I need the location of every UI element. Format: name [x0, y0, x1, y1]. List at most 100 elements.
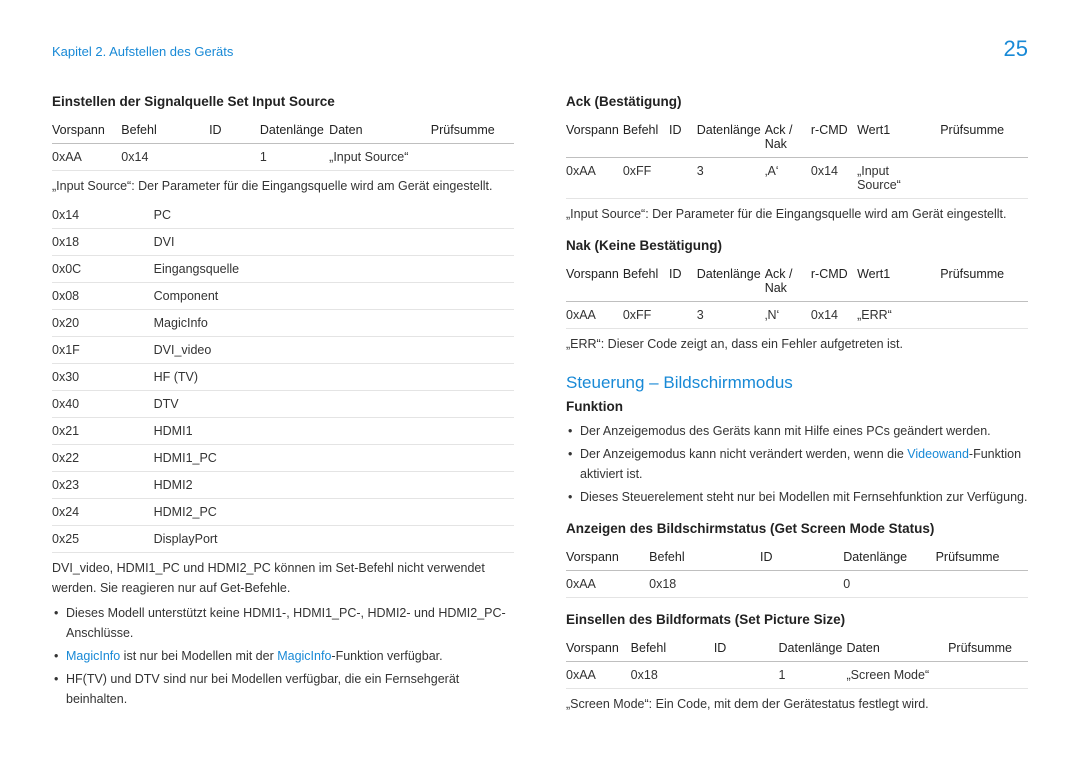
cell-code: 0x20	[52, 310, 154, 337]
cell: ‚N‘	[765, 302, 811, 329]
cell: 0xAA	[566, 302, 623, 329]
th: Ack / Nak	[765, 261, 811, 302]
th-pruefsumme: Prüfsumme	[431, 117, 514, 144]
cell: „Input Source“	[857, 158, 940, 199]
cell	[948, 662, 1028, 689]
cell: 0xAA	[566, 571, 649, 598]
list-item: Dieses Modell unterstützt keine HDMI1-, …	[52, 604, 514, 643]
th: Wert1	[857, 117, 940, 158]
table-nak: Vorspann Befehl ID Datenlänge Ack / Nak …	[566, 261, 1028, 329]
cell	[940, 302, 1028, 329]
list-item: Der Anzeigemodus des Geräts kann mit Hil…	[566, 422, 1028, 441]
cell-label: PC	[154, 202, 514, 229]
section-title-ack: Ack (Bestätigung)	[566, 94, 1028, 109]
cell: „ERR“	[857, 302, 940, 329]
th: ID	[714, 635, 779, 662]
cell	[669, 302, 697, 329]
cell	[669, 158, 697, 199]
cell-code: 0x30	[52, 364, 154, 391]
cell-label: DisplayPort	[154, 526, 514, 553]
cell	[431, 144, 514, 171]
th: Datenlänge	[697, 117, 765, 158]
cell-label: DVI_video	[154, 337, 514, 364]
cell: 0xFF	[623, 158, 669, 199]
th-datenlaenge: Datenlänge	[260, 117, 329, 144]
list-item: MagicInfo ist nur bei Modellen mit der M…	[52, 647, 514, 666]
table-input-source-codes: 0x14PC0x18DVI0x0CEingangsquelle0x08Compo…	[52, 202, 514, 553]
cell-label: HDMI2	[154, 472, 514, 499]
th: Vorspann	[566, 261, 623, 302]
note-get-only: DVI_video, HDMI1_PC und HDMI2_PC können …	[52, 559, 514, 598]
table-ack: Vorspann Befehl ID Datenlänge Ack / Nak …	[566, 117, 1028, 199]
cell: 0xAA	[52, 144, 121, 171]
cell-label: MagicInfo	[154, 310, 514, 337]
cell-label: HF (TV)	[154, 364, 514, 391]
text: -Funktion verfügbar.	[331, 649, 442, 663]
th: Befehl	[623, 117, 669, 158]
cell: 1	[260, 144, 329, 171]
subtitle-funktion: Funktion	[566, 399, 1028, 414]
list-item: Der Anzeigemodus kann nicht verändert we…	[566, 445, 1028, 484]
cell-code: 0x24	[52, 499, 154, 526]
cell: 0x14	[811, 158, 857, 199]
cell: 0x14	[121, 144, 209, 171]
th: Datenlänge	[779, 635, 847, 662]
table-get-screen-mode: Vorspann Befehl ID Datenlänge Prüfsumme …	[566, 544, 1028, 598]
cell-label: HDMI2_PC	[154, 499, 514, 526]
table-set-input-source-cmd: Vorspann Befehl ID Datenlänge Daten Prüf…	[52, 117, 514, 171]
cell: 1	[779, 662, 847, 689]
cell	[940, 158, 1028, 199]
cell-label: DTV	[154, 391, 514, 418]
link-magicinfo[interactable]: MagicInfo	[277, 649, 331, 663]
caption-input-source-param-2: „Input Source“: Der Parameter für die Ei…	[566, 205, 1028, 224]
cell-code: 0x14	[52, 202, 154, 229]
caption-input-source-param: „Input Source“: Der Parameter für die Ei…	[52, 177, 514, 196]
cell-label: HDMI1	[154, 418, 514, 445]
th: ID	[669, 261, 697, 302]
document-page: Kapitel 2. Aufstellen des Geräts 25 Eins…	[0, 0, 1080, 763]
th: Befehl	[623, 261, 669, 302]
cell: 0xAA	[566, 662, 631, 689]
cell-label: Component	[154, 283, 514, 310]
th: Prüfsumme	[948, 635, 1028, 662]
cell: 0x14	[811, 302, 857, 329]
cell: 0xAA	[566, 158, 623, 199]
page-header: Kapitel 2. Aufstellen des Geräts 25	[52, 36, 1028, 62]
text: Der Anzeigemodus kann nicht verändert we…	[580, 447, 907, 461]
th-vorspann: Vorspann	[52, 117, 121, 144]
th: Daten	[846, 635, 948, 662]
cell-code: 0x0C	[52, 256, 154, 283]
cell: 0x18	[631, 662, 714, 689]
th: Datenlänge	[697, 261, 765, 302]
function-list: Der Anzeigemodus des Geräts kann mit Hil…	[566, 422, 1028, 508]
cell: 3	[697, 302, 765, 329]
link-magicinfo[interactable]: MagicInfo	[66, 649, 120, 663]
cell-code: 0x22	[52, 445, 154, 472]
cell-label: DVI	[154, 229, 514, 256]
left-column: Einstellen der Signalquelle Set Input So…	[52, 88, 514, 721]
table-set-picture-size: Vorspann Befehl ID Datenlänge Daten Prüf…	[566, 635, 1028, 689]
cell	[714, 662, 779, 689]
text: ist nur bei Modellen mit der	[120, 649, 277, 663]
link-videowand[interactable]: Videowand	[907, 447, 969, 461]
th: r-CMD	[811, 261, 857, 302]
cell-code: 0x23	[52, 472, 154, 499]
cell-label: Eingangsquelle	[154, 256, 514, 283]
th: ID	[760, 544, 843, 571]
cell: „Input Source“	[329, 144, 431, 171]
th: Vorspann	[566, 117, 623, 158]
right-column: Ack (Bestätigung) Vorspann Befehl ID Dat…	[566, 88, 1028, 721]
th: Ack / Nak	[765, 117, 811, 158]
cell-code: 0x1F	[52, 337, 154, 364]
th: Wert1	[857, 261, 940, 302]
th: Prüfsumme	[940, 261, 1028, 302]
th: r-CMD	[811, 117, 857, 158]
cell	[936, 571, 1028, 598]
cell: „Screen Mode“	[846, 662, 948, 689]
th: Befehl	[631, 635, 714, 662]
cell-code: 0x21	[52, 418, 154, 445]
cell-code: 0x08	[52, 283, 154, 310]
cell: 0	[843, 571, 935, 598]
th: Prüfsumme	[936, 544, 1028, 571]
cell: 0xFF	[623, 302, 669, 329]
